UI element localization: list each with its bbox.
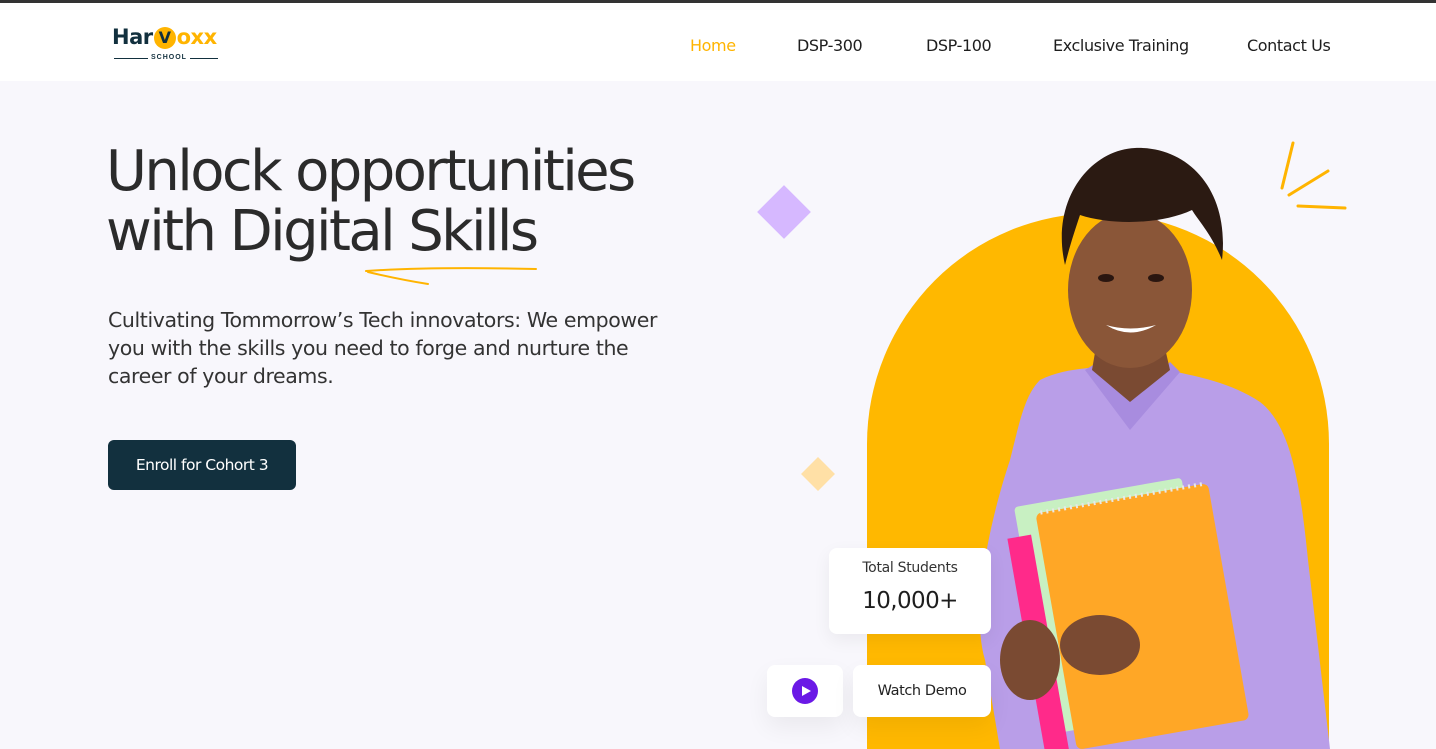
student-photo — [979, 147, 1330, 749]
site-header: Har Voxx SCHOOL Home DSP-300 DSP-100 Excl… — [0, 3, 1436, 81]
nav-dsp-300[interactable]: DSP-300 — [797, 36, 863, 56]
hero-title: Unlock opportunities with Digital Skills — [106, 142, 726, 262]
logo-highlight: V — [153, 27, 176, 49]
logo-suffix: oxx — [176, 25, 218, 49]
play-button[interactable] — [767, 665, 843, 717]
nav-contact-us[interactable]: Contact Us — [1247, 36, 1331, 56]
enroll-button[interactable]: Enroll for Cohort 3 — [108, 440, 296, 490]
watch-demo-button[interactable]: Watch Demo — [853, 665, 991, 717]
hero-subtitle: Cultivating Tommorrow’s Tech innovators:… — [108, 308, 658, 388]
nav-exclusive-training[interactable]: Exclusive Training — [1053, 36, 1189, 56]
title-underline — [365, 267, 537, 285]
play-icon — [792, 678, 818, 704]
logo-tagline: SCHOOL — [148, 53, 190, 63]
nav-home[interactable]: Home — [690, 36, 736, 56]
logo[interactable]: Har Voxx SCHOOL — [112, 23, 226, 63]
logo-wordmark: Har Voxx — [112, 25, 217, 49]
total-students-card: Total Students 10,000+ — [829, 548, 991, 634]
total-students-value: 10,000+ — [862, 588, 958, 614]
nav-dsp-100[interactable]: DSP-100 — [926, 36, 992, 56]
logo-prefix: Har — [112, 25, 153, 49]
purple-diamond-decoration — [757, 185, 811, 239]
total-students-label: Total Students — [862, 560, 958, 576]
hero-title-line-1: Unlock opportunities — [106, 139, 636, 204]
yellow-diamond-decoration — [801, 457, 835, 491]
hero-title-line-2: with Digital Skills — [106, 199, 539, 264]
